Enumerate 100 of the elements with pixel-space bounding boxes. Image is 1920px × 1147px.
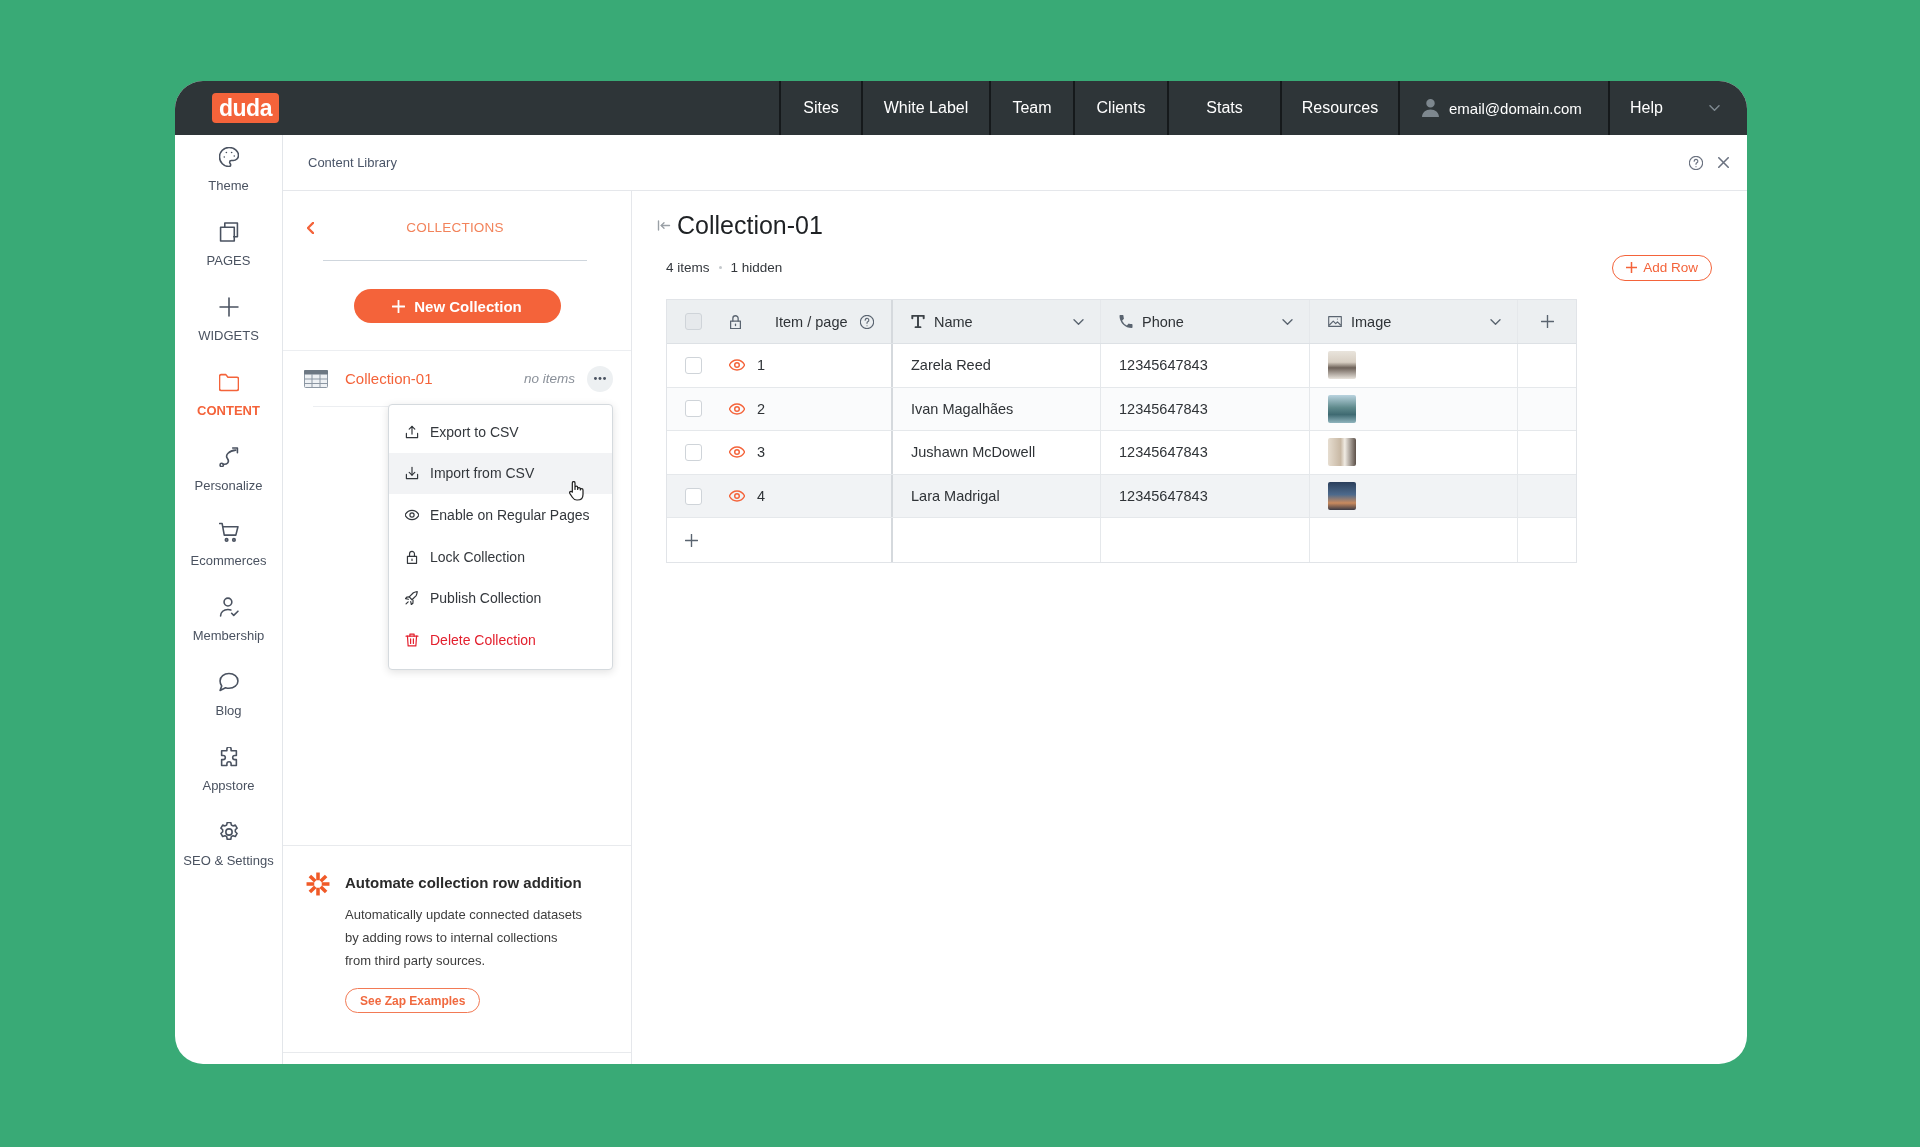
item-count: no items — [523, 371, 575, 386]
photo-placeholder — [1328, 482, 1356, 511]
chevron-down-icon[interactable] — [1073, 318, 1084, 325]
chevron-down-icon — [1709, 105, 1720, 111]
account-menu[interactable]: email@domain.com — [1398, 81, 1608, 135]
sidebar-item[interactable]: SEO & Settings — [175, 822, 282, 897]
hand-cursor-icon — [569, 481, 584, 501]
nav-link[interactable]: Stats — [1167, 81, 1280, 135]
text-icon — [911, 315, 925, 328]
more-button[interactable] — [587, 365, 613, 392]
photo-placeholder — [1328, 394, 1356, 423]
table-row[interactable]: 4 Lara Madrigal 12345647843 — [667, 474, 1576, 519]
table-cell: 12345647843 — [1101, 431, 1310, 474]
lock-icon — [405, 549, 419, 564]
help-menu[interactable]: Help — [1608, 81, 1747, 135]
plus-icon — [218, 297, 239, 317]
chevron-left-icon[interactable] — [307, 222, 314, 234]
table-cell: Lara Madrigal — [893, 474, 1101, 518]
table-cell: Zarela Reed — [893, 344, 1101, 387]
download-icon — [405, 466, 419, 481]
column-title: Phone — [1142, 313, 1184, 330]
row-number: 4 — [757, 488, 766, 505]
column-title: Item / page — [775, 313, 848, 330]
table-row[interactable]: 1 Zarela Reed 12345647843 — [667, 344, 1576, 388]
row-checkbox[interactable] — [685, 444, 702, 461]
chevron-down-icon[interactable] — [1490, 318, 1501, 325]
nav-link[interactable]: White Label — [861, 81, 989, 135]
promo-title: Automate collection row addition — [345, 873, 582, 893]
column-title: Name — [934, 313, 973, 330]
row-checkbox[interactable] — [685, 487, 702, 505]
user-icon — [1422, 99, 1439, 117]
column-title: Image — [1351, 313, 1392, 330]
table-cell: Jushawn McDowell — [893, 431, 1101, 474]
lock-icon[interactable] — [730, 314, 741, 329]
sidebar-item[interactable]: PAGES — [175, 222, 282, 297]
table-row[interactable]: 3 Jushawn McDowell 12345647843 — [667, 431, 1576, 475]
curve-arrow-icon — [218, 447, 239, 467]
phone-icon — [1119, 315, 1133, 328]
table-cell: 12345647843 — [1101, 474, 1310, 518]
puzzle-icon — [218, 747, 239, 767]
rocket-icon — [405, 591, 419, 606]
add-column-icon[interactable] — [1540, 315, 1554, 328]
promo-text: Automatically update connected datasets by adding rows to internal collections from third party sources. — [345, 906, 584, 970]
row-checkbox[interactable] — [685, 400, 702, 418]
menu-item[interactable]: Export to CSV — [389, 411, 612, 453]
nav-link[interactable]: Team — [989, 81, 1073, 135]
table-cell: Ivan Magalhães — [893, 387, 1101, 431]
eye-icon[interactable] — [729, 401, 745, 416]
photo-placeholder — [1328, 438, 1356, 467]
chat-bubble-icon — [218, 672, 239, 692]
item-count: 4 items — [666, 260, 710, 275]
nav-link[interactable]: Clients — [1073, 81, 1167, 135]
row-number: 2 — [757, 400, 766, 417]
menu-item[interactable]: Import from CSV — [389, 452, 612, 495]
pages-icon — [218, 222, 239, 242]
plus-icon — [392, 299, 406, 313]
cart-icon — [218, 522, 239, 542]
nav-link[interactable]: Sites — [779, 81, 861, 135]
asterisk-icon — [306, 872, 330, 896]
arrow-left-bar-icon[interactable] — [657, 219, 671, 231]
sidebar-item[interactable]: Ecommerces — [175, 522, 282, 597]
hidden-count: 1 hidden — [730, 260, 783, 275]
row-checkbox[interactable] — [685, 356, 702, 374]
collection-title: Collection-01 — [677, 211, 823, 239]
photo-placeholder — [1328, 351, 1356, 380]
menu-item[interactable]: Enable on Regular Pages — [389, 494, 612, 536]
eye-icon[interactable] — [729, 489, 745, 504]
add-item-icon[interactable] — [685, 533, 698, 547]
palette-icon — [218, 147, 239, 167]
help-icon[interactable] — [859, 314, 874, 329]
more-icon — [594, 377, 606, 380]
table-cell: 12345647843 — [1101, 387, 1310, 431]
upload-icon — [405, 424, 419, 439]
menu-item[interactable]: Delete Collection — [389, 618, 612, 661]
user-check-icon — [218, 597, 239, 617]
sidebar-item[interactable]: Blog — [175, 672, 282, 747]
select-all-checkbox[interactable] — [685, 313, 702, 330]
row-number: 3 — [757, 444, 766, 461]
sidebar-item[interactable]: Membership — [175, 597, 282, 672]
sidebar-item[interactable]: Personalize — [175, 447, 282, 522]
trash-icon — [405, 632, 419, 647]
image-icon — [1328, 315, 1342, 328]
section-heading: COLLECTIONS — [406, 219, 504, 237]
sidebar-item[interactable]: WIDGETS — [175, 297, 282, 372]
table-row[interactable]: 2 Ivan Magalhães 12345647843 — [667, 387, 1576, 432]
chevron-down-icon[interactable] — [1282, 318, 1293, 325]
sidebar-item[interactable]: Appstore — [175, 747, 282, 822]
menu-item[interactable]: Publish Collection — [389, 577, 612, 619]
eye-icon[interactable] — [729, 445, 745, 460]
nav-link[interactable]: Resources — [1280, 81, 1398, 135]
gear-icon — [218, 822, 239, 842]
close-icon[interactable] — [1718, 157, 1729, 168]
row-number: 1 — [757, 357, 766, 374]
help-icon[interactable] — [1689, 155, 1703, 170]
folder-icon — [218, 372, 239, 392]
separator-dot-icon — [718, 266, 722, 269]
table-icon — [304, 369, 328, 388]
menu-item[interactable]: Lock Collection — [389, 535, 612, 578]
sidebar-item[interactable]: Theme — [175, 147, 282, 222]
eye-icon[interactable] — [729, 358, 745, 373]
